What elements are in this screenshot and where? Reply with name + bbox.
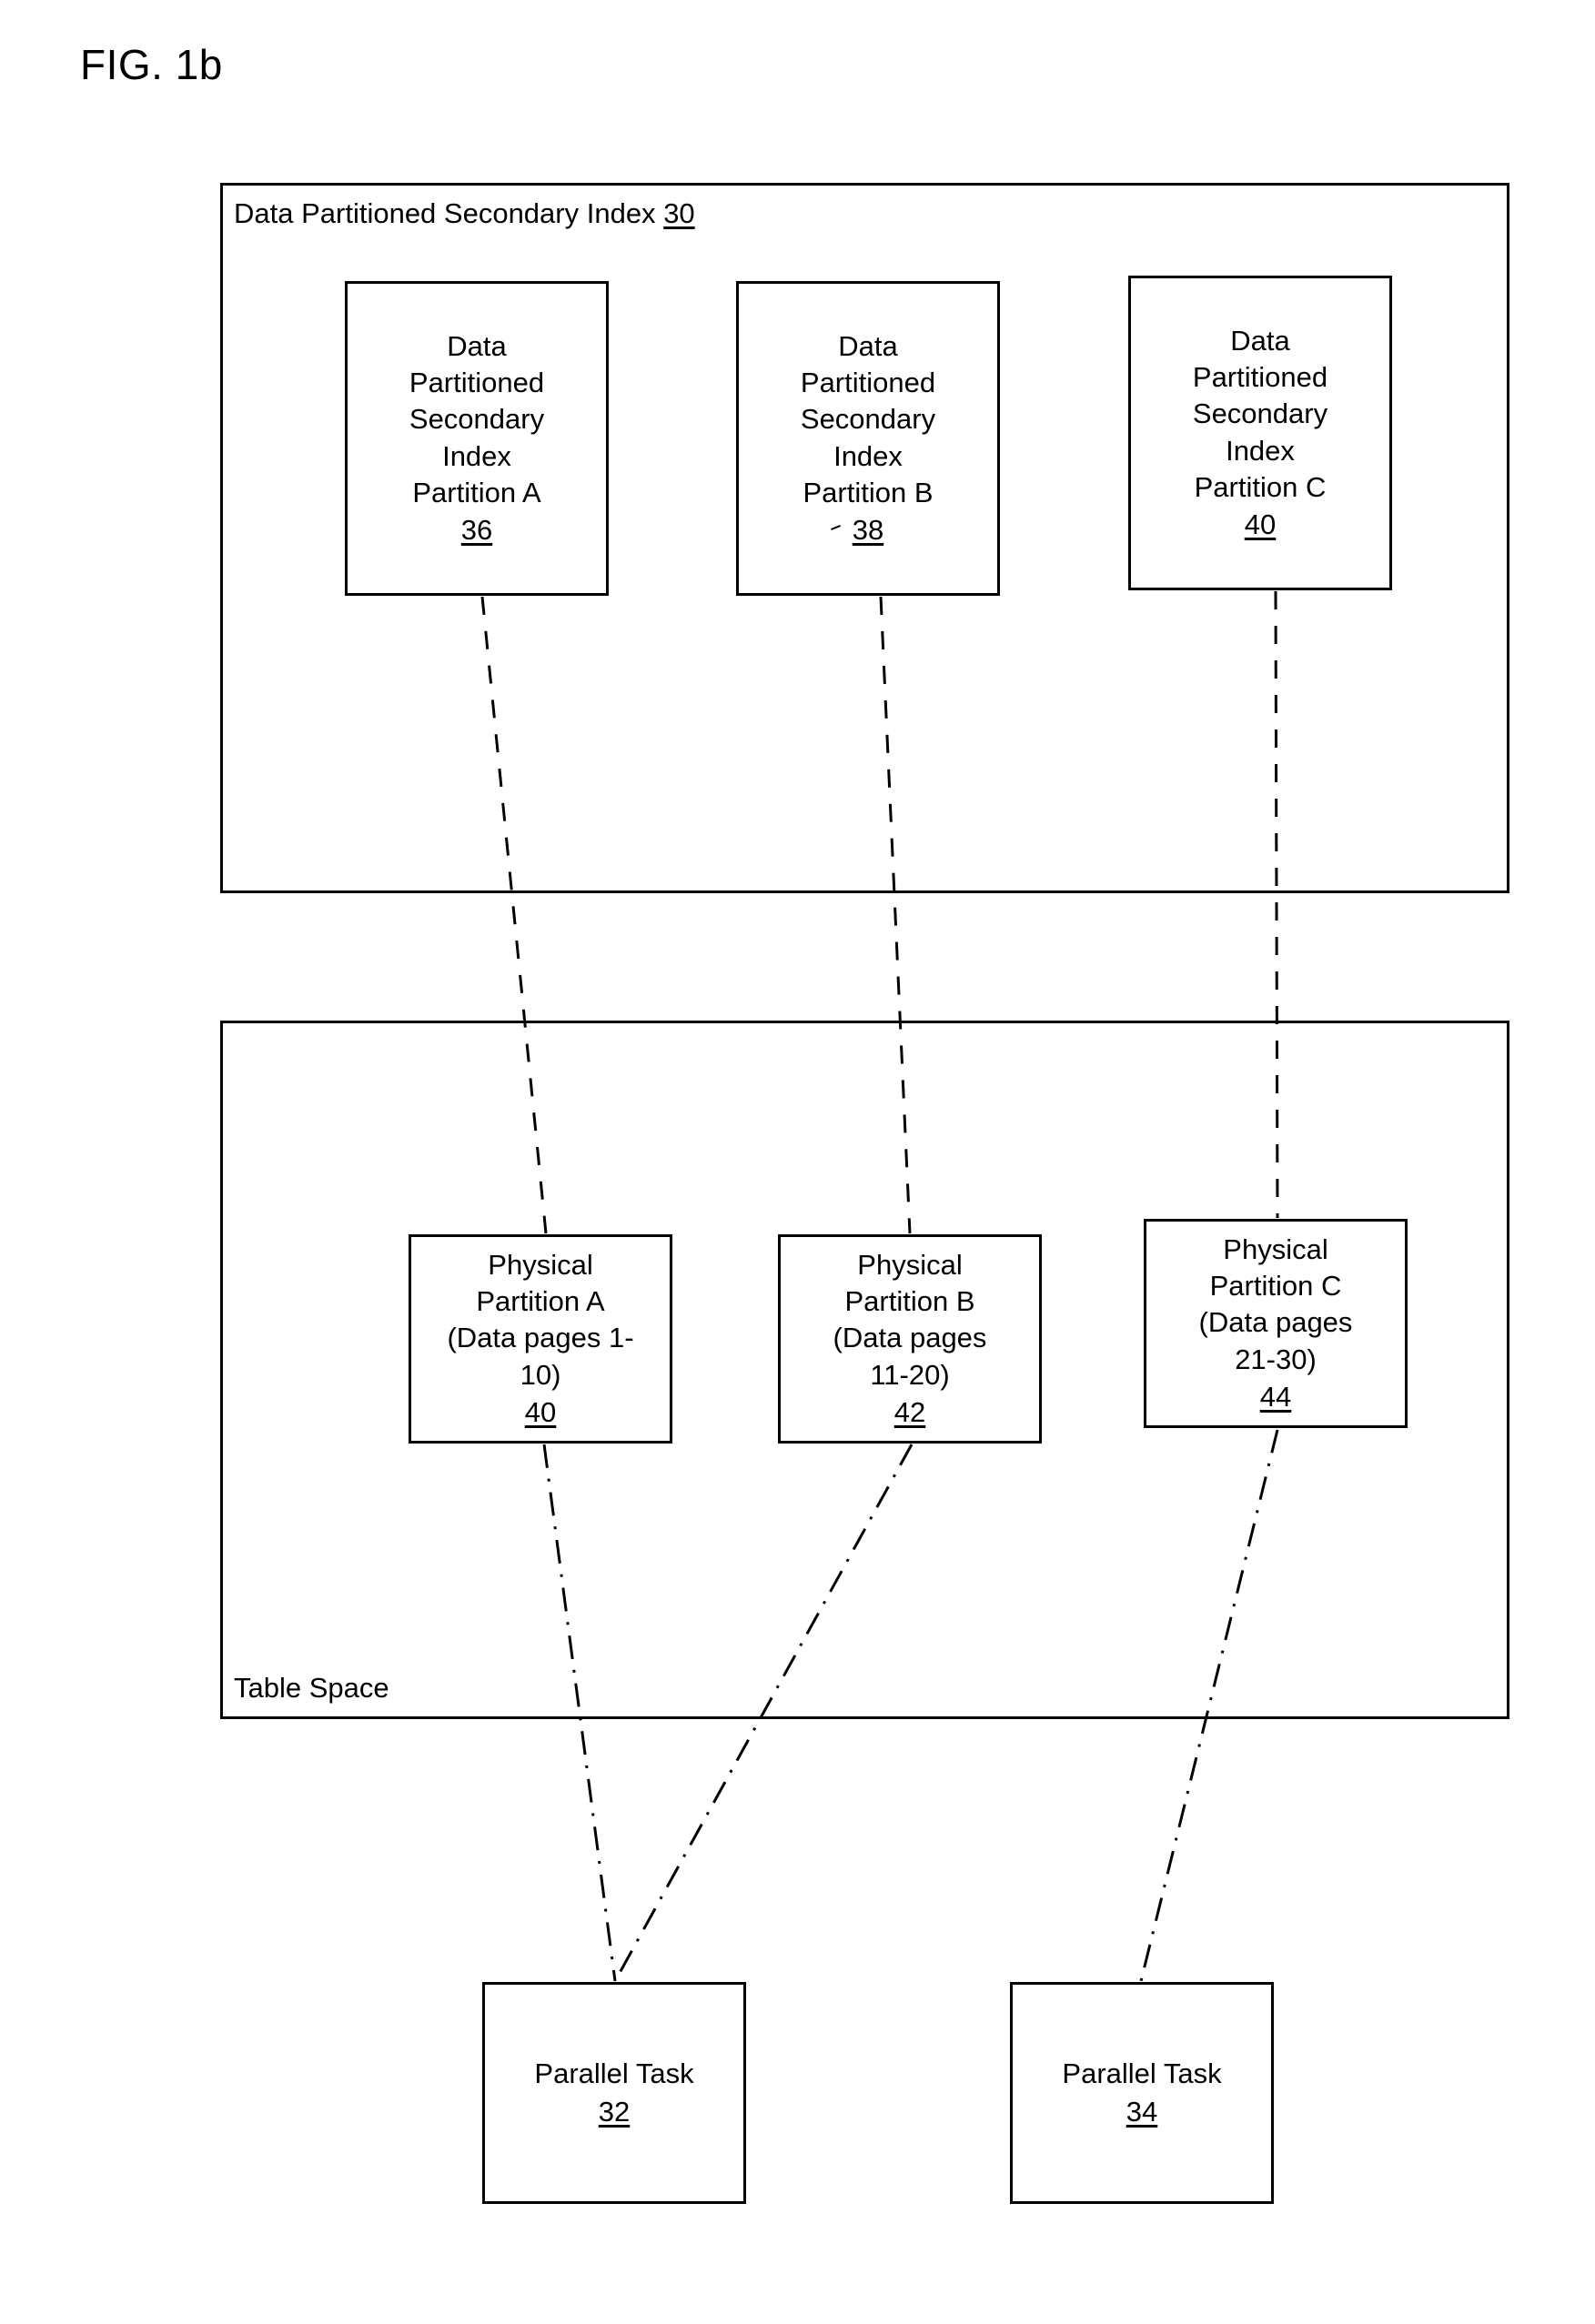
physical-partition-b-line-1: Physical (857, 1248, 963, 1281)
physical-partition-a-box: Physical Partition A (Data pages 1- 10) … (409, 1234, 672, 1444)
parallel-task-34-label: Parallel Task (1062, 2057, 1222, 2090)
dpsi-partition-a-line-2: Partitioned (409, 366, 545, 398)
parallel-task-32-reference-numeral: 32 (598, 2095, 631, 2128)
figure-title: FIG. 1b (80, 41, 223, 88)
parallel-task-34-box: Parallel Task 34 (1010, 1982, 1274, 2204)
dpsi-partition-b-box: Data Partitioned Secondary Index Partiti… (736, 281, 1000, 596)
dpsi-container-label: Data Partitioned Secondary Index 30 (234, 197, 695, 229)
dpsi-partition-a-box: Data Partitioned Secondary Index Partiti… (345, 281, 609, 596)
physical-partition-c-box: Physical Partition C (Data pages 21-30) … (1144, 1219, 1408, 1428)
dpsi-partition-b-line-2: Partitioned (800, 366, 936, 398)
dpsi-partition-c-line-5: Partition C (1194, 470, 1327, 503)
dpsi-partition-a-line-4: Index (442, 439, 511, 472)
dpsi-partition-a-line-5: Partition A (412, 476, 541, 508)
dpsi-partition-b-reference-numeral: 38 (853, 512, 883, 548)
physical-partition-c-line-2: Partition C (1209, 1270, 1342, 1303)
dpsi-partition-a-line-1: Data (447, 329, 507, 362)
dpsi-container-reference-numeral: 30 (663, 197, 695, 229)
physical-partition-b-line-4: 11-20) (870, 1358, 950, 1391)
physical-partition-c-reference-numeral: 44 (1259, 1380, 1292, 1413)
dpsi-partition-b-line-5: Partition B (803, 476, 934, 508)
figure-canvas: FIG. 1b Data Partitioned Secondary Index… (0, 0, 1595, 2324)
dpsi-partition-c-line-4: Index (1226, 434, 1295, 467)
dpsi-partition-c-reference-numeral: 40 (1244, 508, 1277, 541)
parallel-task-32-box: Parallel Task 32 (482, 1982, 746, 2204)
dpsi-partition-b-line-3: Secondary (800, 403, 936, 436)
physical-partition-a-reference-numeral: 40 (524, 1395, 557, 1428)
dpsi-partition-a-line-3: Secondary (409, 403, 545, 436)
dpsi-partition-c-line-3: Secondary (1192, 397, 1328, 430)
dpsi-partition-b-line-4: Index (833, 439, 903, 472)
physical-partition-b-box: Physical Partition B (Data pages 11-20) … (778, 1234, 1042, 1444)
table-space-container-label: Table Space (234, 1671, 389, 1704)
physical-partition-c-line-3: (Data pages (1198, 1306, 1353, 1339)
dpsi-partition-b-line-1: Data (838, 329, 898, 362)
dpsi-partition-c-line-2: Partitioned (1192, 360, 1328, 393)
physical-partition-a-line-2: Partition A (476, 1285, 605, 1318)
physical-partition-b-reference-numeral: 42 (893, 1395, 926, 1428)
dpsi-partition-a-reference-numeral: 36 (460, 514, 493, 547)
dpsi-partition-c-line-1: Data (1230, 324, 1290, 357)
physical-partition-a-line-1: Physical (488, 1248, 593, 1281)
dpsi-partition-c-box: Data Partitioned Secondary Index Partiti… (1128, 276, 1392, 590)
physical-partition-a-line-3: (Data pages 1- (447, 1322, 634, 1354)
physical-partition-b-line-3: (Data pages (833, 1322, 987, 1354)
dpsi-container-label-text: Data Partitioned Secondary Index (234, 197, 656, 229)
physical-partition-b-line-2: Partition B (844, 1285, 975, 1318)
physical-partition-c-line-4: 21-30) (1235, 1343, 1317, 1375)
parallel-task-34-reference-numeral: 34 (1126, 2095, 1158, 2128)
physical-partition-c-line-1: Physical (1223, 1232, 1328, 1265)
physical-partition-a-line-4: 10) (520, 1358, 561, 1391)
parallel-task-32-label: Parallel Task (534, 2057, 694, 2090)
